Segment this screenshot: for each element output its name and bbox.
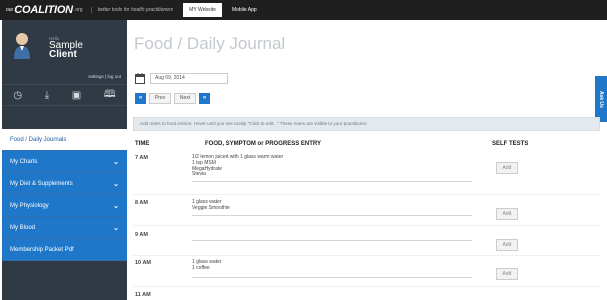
time-label: 10 AM	[135, 260, 151, 266]
time-label: 11 AM	[135, 292, 151, 298]
ask-us-tab[interactable]: Ask Us	[595, 76, 607, 122]
column-header-entry: FOOD, SYMPTOM or PROGRESS ENTRY	[205, 141, 322, 147]
book-icon[interactable]: 🕮	[104, 87, 116, 104]
entry-underline	[192, 181, 472, 182]
row-separator	[133, 255, 600, 256]
chevron-down-icon: ⌄	[113, 224, 119, 232]
download-icon[interactable]: ⤓	[45, 90, 49, 101]
logo-name: COALITION	[14, 4, 73, 16]
tagline: better tools for health practitioners	[90, 7, 173, 13]
sidebar-item-label: Food / Daily Journals	[10, 136, 67, 143]
prev-button[interactable]: Prev	[149, 93, 171, 104]
date-input[interactable]: Aug 09, 2014	[150, 73, 228, 84]
calendar-icon[interactable]	[135, 73, 145, 84]
sidebar-item-my-diet-supplements[interactable]: My Diet & Supplements ⌄	[2, 173, 127, 195]
sidebar-item-my-physiology[interactable]: My Physiology ⌄	[2, 195, 127, 217]
column-header-time: TIME	[135, 141, 150, 147]
time-label: 8 AM	[135, 200, 148, 206]
logo-our: our	[6, 7, 14, 13]
sidebar-item-membership-packet[interactable]: Membership Packet Pdf	[2, 239, 127, 261]
last-page-icon[interactable]: »	[199, 93, 210, 104]
chevron-down-icon: ⌄	[113, 202, 119, 210]
row-separator	[133, 194, 600, 195]
sidebar-item-label: My Diet & Supplements	[10, 180, 73, 187]
coalition-logo[interactable]: our COALITION .org	[0, 0, 83, 20]
time-label: 9 AM	[135, 232, 148, 238]
row-separator	[133, 286, 600, 287]
add-self-test-button[interactable]: Add	[496, 268, 518, 280]
notice-bar: Add notes to food entries: Hover until y…	[133, 117, 600, 131]
first-page-icon[interactable]: «	[135, 93, 146, 104]
sidebar-item-my-blood[interactable]: My Blood ⌄	[2, 217, 127, 239]
entry-line: Veggie Smoothie	[192, 204, 230, 211]
sidebar-item-label: Membership Packet Pdf	[10, 246, 74, 253]
sidebar-item-food-daily-journals[interactable]: Food / Daily Journals	[2, 129, 127, 151]
profile-panel: Hello Sample Client	[2, 20, 127, 72]
top-bar: our COALITION .org better tools for heal…	[0, 0, 607, 20]
tab-mobile-app[interactable]: Mobile App	[226, 3, 263, 17]
chevron-down-icon: ⌄	[113, 180, 119, 188]
sidebar-nav: Food / Daily Journals My Charts ⌄ My Die…	[2, 129, 127, 261]
page-title: Food / Daily Journal	[134, 34, 286, 53]
column-header-self-tests: SELF TESTS	[492, 141, 529, 147]
next-button[interactable]: Next	[174, 93, 196, 104]
avatar	[14, 33, 30, 59]
entry-underline	[192, 240, 472, 241]
entry-underline	[192, 215, 472, 216]
journal-entry[interactable]: 1 glass water Veggie Smoothie	[192, 199, 472, 212]
add-self-test-button[interactable]: Add	[496, 208, 518, 220]
sidebar-item-label: My Charts	[10, 158, 38, 165]
add-self-test-button[interactable]: Add	[496, 239, 518, 251]
sidebar: Hello Sample Client settings | log out ◷…	[2, 20, 127, 300]
sidebar-item-label: My Blood	[10, 224, 36, 231]
entry-line: 1 coffee	[192, 264, 210, 271]
entry-underline	[192, 277, 472, 278]
journal-entry[interactable]: 1 glass water 1 coffee	[192, 259, 472, 272]
journal-entry[interactable]: 1/2 lemon juiced with 1 glass warm water…	[192, 154, 472, 178]
logo-org: .org	[73, 7, 83, 13]
chevron-down-icon: ⌄	[113, 158, 119, 166]
add-self-test-button[interactable]: Add	[496, 162, 518, 174]
user-last-name: Client	[49, 49, 77, 60]
sidebar-item-my-charts[interactable]: My Charts ⌄	[2, 151, 127, 173]
row-separator	[133, 225, 600, 226]
sidebar-item-label: My Physiology	[10, 202, 49, 209]
sidebar-icon-row: ◷ ⤓ ▣ 🕮	[2, 84, 127, 106]
time-label: 7 AM	[135, 155, 148, 161]
tab-my-website[interactable]: MY Website	[183, 3, 222, 17]
settings-logout-link[interactable]: settings | log out	[88, 74, 121, 79]
film-icon[interactable]: ▣	[72, 90, 81, 101]
clock-icon[interactable]: ◷	[13, 90, 22, 101]
entry-line: Stevia	[192, 171, 206, 178]
